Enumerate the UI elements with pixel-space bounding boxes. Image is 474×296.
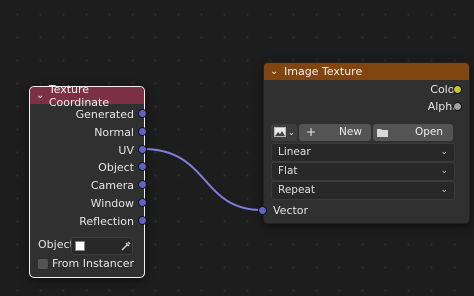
socket-object[interactable] <box>138 162 147 171</box>
image-texture-node[interactable]: ⌄ Image Texture Color Alpha ⌄ + New Open… <box>263 62 470 224</box>
node-title: Image Texture <box>284 65 363 78</box>
object-type-icon <box>75 241 85 251</box>
eyedropper-icon[interactable] <box>120 240 132 252</box>
plus-icon: + <box>306 125 317 139</box>
image-icon <box>274 127 286 137</box>
socket-uv[interactable] <box>138 145 147 154</box>
socket-alpha[interactable] <box>453 102 462 111</box>
chevron-down-icon: ⌄ <box>288 128 295 137</box>
chevron-down-icon: ⌄ <box>440 147 448 157</box>
new-image-button[interactable]: + New <box>299 124 371 141</box>
output-generated: Generated <box>75 108 134 121</box>
projection-dropdown[interactable]: Flat ⌄ <box>271 162 455 181</box>
from-instancer-label: From Instancer <box>52 257 135 270</box>
output-normal: Normal <box>94 126 134 139</box>
output-reflection: Reflection <box>79 215 134 228</box>
input-vector: Vector <box>273 204 309 217</box>
output-uv: UV <box>118 144 134 157</box>
socket-vector[interactable] <box>258 206 267 215</box>
node-title: Texture Coordinate <box>48 82 110 109</box>
socket-color[interactable] <box>453 85 462 94</box>
extension-dropdown[interactable]: Repeat ⌄ <box>271 181 455 200</box>
texture-coordinate-node[interactable]: ⌄ Texture Coordinate Generated Normal UV… <box>29 83 145 278</box>
image-texture-header[interactable]: ⌄ Image Texture <box>264 63 469 80</box>
output-window: Window <box>90 197 134 210</box>
from-instancer-checkbox[interactable] <box>38 259 48 269</box>
object-field[interactable] <box>71 237 133 255</box>
collapse-chevron-icon[interactable]: ⌄ <box>270 66 284 77</box>
output-object: Object <box>98 161 134 174</box>
chevron-down-icon: ⌄ <box>440 185 448 195</box>
interpolation-dropdown[interactable]: Linear ⌄ <box>271 143 455 162</box>
socket-reflection[interactable] <box>138 216 147 225</box>
texture-coordinate-header[interactable]: ⌄ Texture Coordinate <box>30 83 144 109</box>
browse-image-button[interactable]: ⌄ <box>271 124 297 141</box>
open-image-button[interactable]: Open <box>373 124 453 141</box>
image-selector-row: ⌄ + New Open <box>271 124 453 141</box>
socket-window[interactable] <box>138 198 147 207</box>
socket-normal[interactable] <box>138 127 147 136</box>
chevron-down-icon: ⌄ <box>440 166 448 176</box>
socket-camera[interactable] <box>138 180 147 189</box>
folder-icon <box>377 129 388 137</box>
collapse-chevron-icon[interactable]: ⌄ <box>36 90 49 101</box>
socket-generated[interactable] <box>138 109 147 118</box>
output-camera: Camera <box>90 179 134 192</box>
